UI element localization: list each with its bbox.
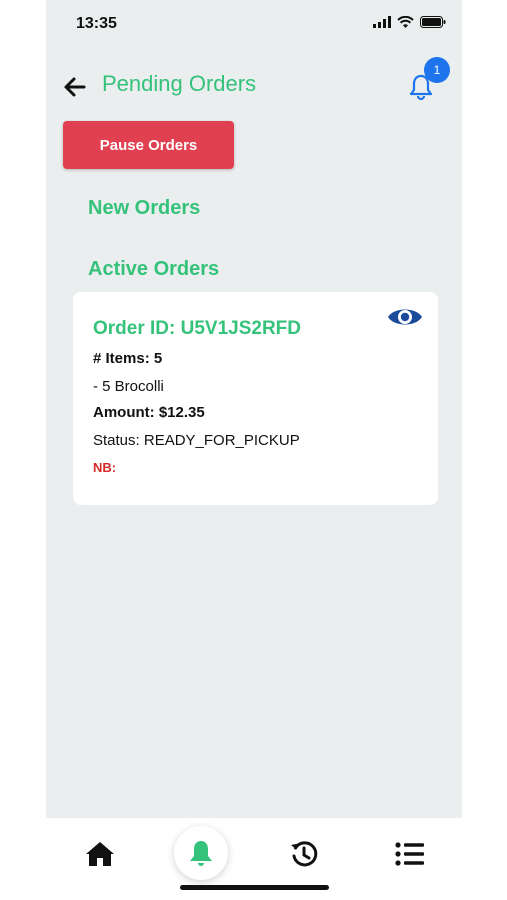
home-icon	[86, 842, 114, 866]
home-indicator[interactable]	[180, 885, 329, 890]
signal-icon	[373, 16, 391, 28]
order-items-count: # Items: 5	[93, 350, 163, 367]
bell-icon	[190, 841, 212, 866]
back-arrow-icon[interactable]	[62, 74, 88, 100]
active-orders-section[interactable]: Active Orders	[88, 258, 219, 281]
status-icons	[373, 16, 446, 28]
order-status: Status: READY_FOR_PICKUP	[93, 432, 300, 449]
wifi-icon	[397, 16, 414, 28]
notification-badge: 1	[424, 57, 450, 83]
eye-icon[interactable]	[386, 304, 424, 330]
header: Pending Orders 1	[62, 57, 450, 104]
list-icon	[395, 842, 424, 866]
order-card[interactable]: Order ID: U5V1JS2RFD # Items: 5 - 5 Broc…	[73, 292, 438, 505]
history-icon	[291, 841, 318, 867]
order-amount: Amount: $12.35	[93, 404, 205, 421]
order-note: NB:	[93, 460, 117, 475]
tab-home[interactable]	[82, 836, 118, 872]
status-time: 13:35	[76, 15, 117, 32]
tab-orders-list[interactable]	[392, 836, 428, 872]
page-title: Pending Orders	[102, 71, 257, 96]
battery-icon	[420, 16, 446, 28]
app-screen: 13:35 Pending Orders 1 Pause Orders New …	[46, 0, 462, 818]
order-item-detail: - 5 Brocolli	[93, 378, 164, 395]
tab-notifications[interactable]	[174, 826, 228, 880]
order-id: Order ID: U5V1JS2RFD	[93, 318, 302, 339]
tab-history[interactable]	[286, 836, 322, 872]
pause-orders-button[interactable]: Pause Orders	[63, 121, 234, 169]
new-orders-section[interactable]: New Orders	[88, 197, 200, 220]
